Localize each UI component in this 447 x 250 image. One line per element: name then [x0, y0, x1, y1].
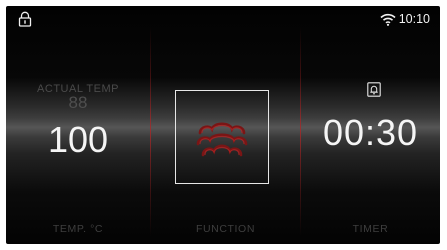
- function-panel[interactable]: FUNCTION: [151, 6, 300, 244]
- steam-clouds-icon: [196, 122, 248, 157]
- set-temperature-value[interactable]: 100: [6, 119, 150, 161]
- function-label: FUNCTION: [195, 223, 256, 235]
- temp-unit-label: TEMP. °C: [52, 223, 104, 235]
- actual-temp-value: 88: [68, 93, 88, 112]
- oven-display: 10:10 ACTUAL TEMP 88 100 TEMP. °C FUNCTI…: [6, 6, 440, 244]
- timer-panel[interactable]: 00:30 TIMER: [301, 6, 440, 244]
- temperature-panel[interactable]: ACTUAL TEMP 88 100 TEMP. °C: [6, 6, 150, 244]
- function-selector-button[interactable]: [175, 90, 269, 184]
- timer-label: TIMER: [352, 223, 389, 235]
- bell-icon: [367, 82, 381, 97]
- timer-value[interactable]: 00:30: [301, 112, 440, 154]
